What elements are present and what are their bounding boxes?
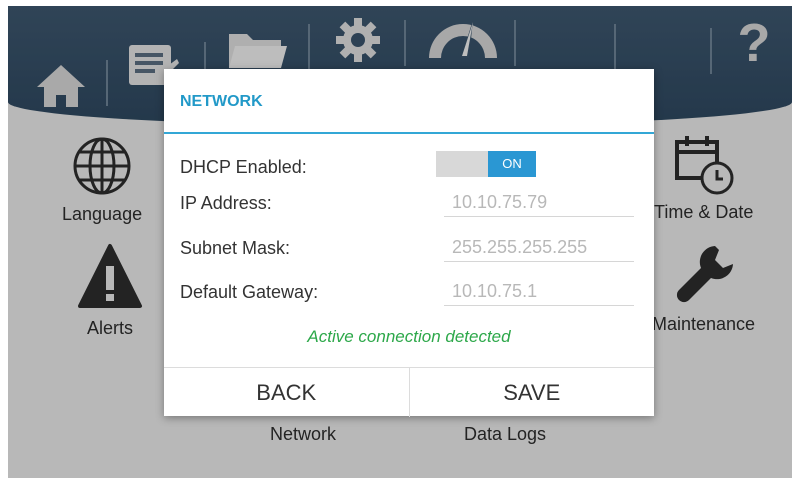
dialog-buttons: BACK SAVE: [164, 367, 654, 417]
dhcp-toggle-state: ON: [488, 151, 536, 177]
network-dialog: NETWORK DHCP Enabled: ON IP Address: 10.…: [164, 69, 654, 417]
ip-address-field[interactable]: 10.10.75.79: [444, 189, 634, 217]
subnet-mask-label: Subnet Mask:: [180, 238, 291, 258]
device-screen: ? Language Time & Date Alerts Maintenanc…: [8, 6, 792, 478]
connection-status: Active connection detected: [307, 327, 511, 346]
default-gateway-label: Default Gateway:: [180, 282, 319, 302]
save-button[interactable]: SAVE: [408, 368, 655, 417]
ip-address-label: IP Address:: [180, 193, 272, 213]
back-button[interactable]: BACK: [164, 368, 409, 417]
dhcp-label: DHCP Enabled:: [180, 157, 307, 177]
dialog-title: NETWORK: [180, 93, 263, 110]
default-gateway-field[interactable]: 10.10.75.1: [444, 278, 634, 306]
dhcp-toggle[interactable]: ON: [436, 151, 536, 177]
title-divider: [164, 132, 654, 134]
subnet-mask-field[interactable]: 255.255.255.255: [444, 234, 634, 262]
